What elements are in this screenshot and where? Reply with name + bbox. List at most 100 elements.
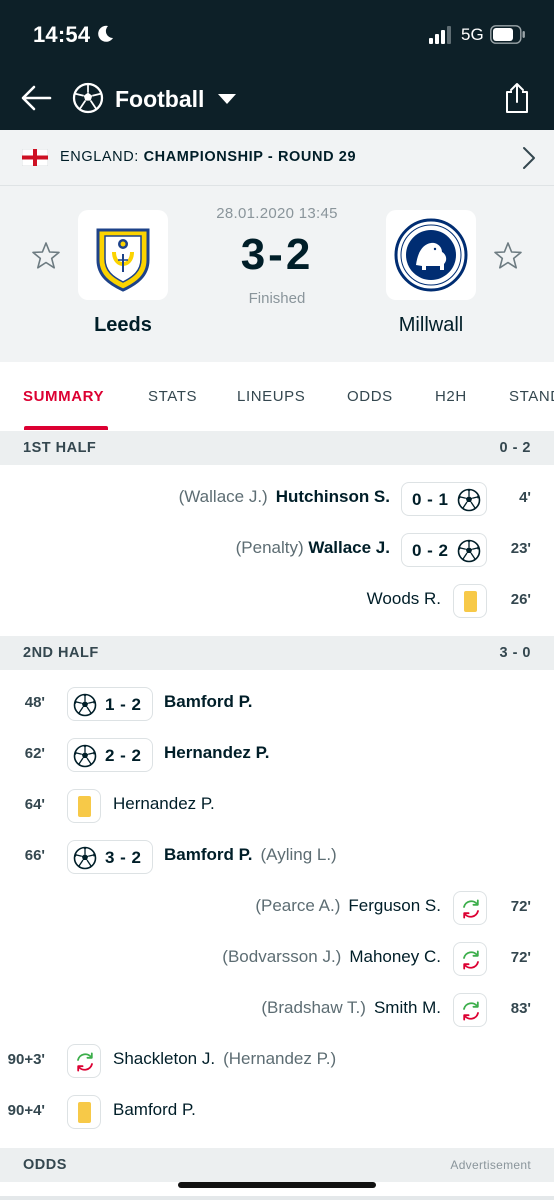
incident-row[interactable]: Woods R. 26' [0, 576, 554, 627]
section-label: 1ST HALF [23, 440, 97, 456]
incident-minute: 72' [510, 898, 531, 915]
goal-score: 2 - 2 [105, 746, 142, 765]
section-second-half: 2ND HALF 3 - 0 [0, 636, 554, 670]
yellow-card-box [67, 1095, 101, 1129]
incident-player[interactable]: Shackleton J. [113, 1049, 215, 1068]
app-header: 14:54 5G Football [0, 0, 554, 130]
away-team-name[interactable]: Millwall [351, 314, 511, 337]
breadcrumb-text: ENGLAND: CHAMPIONSHIP - ROUND 29 [60, 149, 356, 165]
incident-player[interactable]: Hutchinson S. [276, 487, 390, 506]
incident-row[interactable]: (Penalty) Wallace J. 0 - 2 23' [0, 525, 554, 576]
incident-minute: 62' [24, 745, 45, 762]
incident-player[interactable]: Bamford P. [164, 692, 253, 711]
nav-bar: Football [0, 70, 554, 130]
incident-row[interactable]: 66' 3 - 2 Bamford P. (Ayling L.) [0, 832, 554, 883]
incident-assist: (Wallace J.) [178, 487, 268, 506]
tab-lineups[interactable]: LINEUPS [237, 388, 305, 405]
incident-player[interactable]: Wallace J. [308, 538, 390, 557]
england-flag-icon [22, 149, 48, 166]
incident-minute: 26' [510, 591, 531, 608]
incident-player[interactable]: Mahoney C. [349, 947, 441, 966]
leeds-crest-icon [96, 228, 150, 292]
home-team-name[interactable]: Leeds [43, 314, 203, 337]
incident-player[interactable]: Woods R. [367, 589, 441, 608]
incident-row[interactable]: (Wallace J.) Hutchinson S. 0 - 1 4' [0, 474, 554, 525]
incident-row[interactable]: 90+3' Shackleton J. (Hernandez P.) [0, 1036, 554, 1087]
incident-minute: 90+4' [7, 1102, 45, 1119]
goal-score: 0 - 1 [412, 490, 449, 509]
section-result: 0 - 2 [499, 440, 531, 456]
incident-player[interactable]: Ferguson S. [348, 896, 441, 915]
share-icon[interactable] [502, 82, 532, 114]
incident-minute: 4' [519, 489, 531, 506]
battery-icon [490, 25, 525, 44]
incident-row[interactable]: 48' 1 - 2 Bamford P. [0, 679, 554, 730]
soccer-ball-icon [457, 539, 481, 563]
incident-player[interactable]: Smith M. [374, 998, 441, 1017]
moon-icon [98, 25, 113, 42]
yellow-card-icon [78, 1102, 91, 1123]
goal-score: 1 - 2 [105, 695, 142, 714]
tab-odds[interactable]: ODDS [347, 388, 393, 405]
substitution-icon [73, 1050, 97, 1074]
section-label: ODDS [23, 1157, 67, 1173]
incident-assist: (Ayling L.) [260, 845, 337, 864]
match-status: Finished [248, 290, 306, 307]
incident-row[interactable]: (Bodvarsson J.) Mahoney C. 72' [0, 934, 554, 985]
substitution-box [453, 942, 487, 976]
incident-row[interactable]: 64' Hernandez P. [0, 781, 554, 832]
dropdown-caret-icon[interactable] [218, 94, 236, 104]
incident-minute: 66' [24, 847, 45, 864]
incident-player[interactable]: Hernandez P. [113, 794, 215, 813]
incident-player[interactable]: Hernandez P. [164, 743, 270, 762]
favorite-home-star-icon[interactable] [30, 240, 62, 272]
tab-h2h[interactable]: H2H [435, 388, 467, 405]
soccer-ball-icon[interactable] [72, 82, 104, 114]
incident-minute: 64' [24, 796, 45, 813]
incident-row[interactable]: 90+4' Bamford P. [0, 1087, 554, 1138]
incident-row[interactable]: 62' 2 - 2 Hernandez P. [0, 730, 554, 781]
section-label: 2ND HALF [23, 645, 99, 661]
incident-sub-out: (Bodvarsson J.) [222, 947, 342, 966]
section-result: 3 - 0 [499, 645, 531, 661]
incident-player[interactable]: Bamford P. [164, 845, 253, 864]
back-arrow-icon[interactable] [20, 84, 52, 112]
incident-sub-out: (Pearce A.) [255, 896, 341, 915]
odds-content-edge [0, 1196, 554, 1200]
goal-score-box: 1 - 2 [67, 687, 153, 721]
chevron-right-icon[interactable] [522, 146, 536, 170]
section-first-half: 1ST HALF 0 - 2 [0, 431, 554, 465]
incident-minute: 90+3' [7, 1051, 45, 1068]
goal-score: 0 - 2 [412, 541, 449, 560]
incident-minute: 83' [510, 1000, 531, 1017]
incident-minute: 48' [24, 694, 45, 711]
status-bar: 14:54 5G [0, 0, 554, 70]
goal-score-box: 0 - 1 [401, 482, 487, 516]
favorite-away-star-icon[interactable] [492, 240, 524, 272]
yellow-card-box [453, 584, 487, 618]
tab-summary[interactable]: SUMMARY [23, 388, 104, 405]
home-indicator[interactable] [178, 1182, 376, 1188]
tab-stats[interactable]: STATS [148, 388, 197, 405]
incident-row[interactable]: (Bradshaw T.) Smith M. 83' [0, 985, 554, 1036]
advertisement-label: Advertisement [450, 1158, 531, 1172]
match-tabs: SUMMARY STATS LINEUPS ODDS H2H STANDINGS [0, 362, 554, 432]
tab-standings[interactable]: STANDINGS [509, 388, 554, 405]
away-team-logo[interactable] [386, 210, 476, 300]
incident-note: (Penalty) [235, 538, 304, 557]
substitution-icon [459, 948, 483, 972]
match-header: Leeds Millwall 28.01.2020 13:45 3-2 Fini… [0, 186, 554, 362]
active-tab-indicator [24, 426, 108, 430]
substitution-box [453, 891, 487, 925]
breadcrumb[interactable]: ENGLAND: CHAMPIONSHIP - ROUND 29 [0, 130, 554, 186]
sport-selector-label[interactable]: Football [115, 86, 204, 113]
incident-player[interactable]: Bamford P. [113, 1100, 196, 1119]
substitution-icon [459, 999, 483, 1023]
home-team-logo[interactable] [78, 210, 168, 300]
incident-minute: 72' [510, 949, 531, 966]
incident-sub-out: (Bradshaw T.) [261, 998, 366, 1017]
soccer-ball-icon [73, 846, 97, 870]
yellow-card-icon [464, 591, 477, 612]
incident-row[interactable]: (Pearce A.) Ferguson S. 72' [0, 883, 554, 934]
network-type: 5G [461, 25, 484, 44]
